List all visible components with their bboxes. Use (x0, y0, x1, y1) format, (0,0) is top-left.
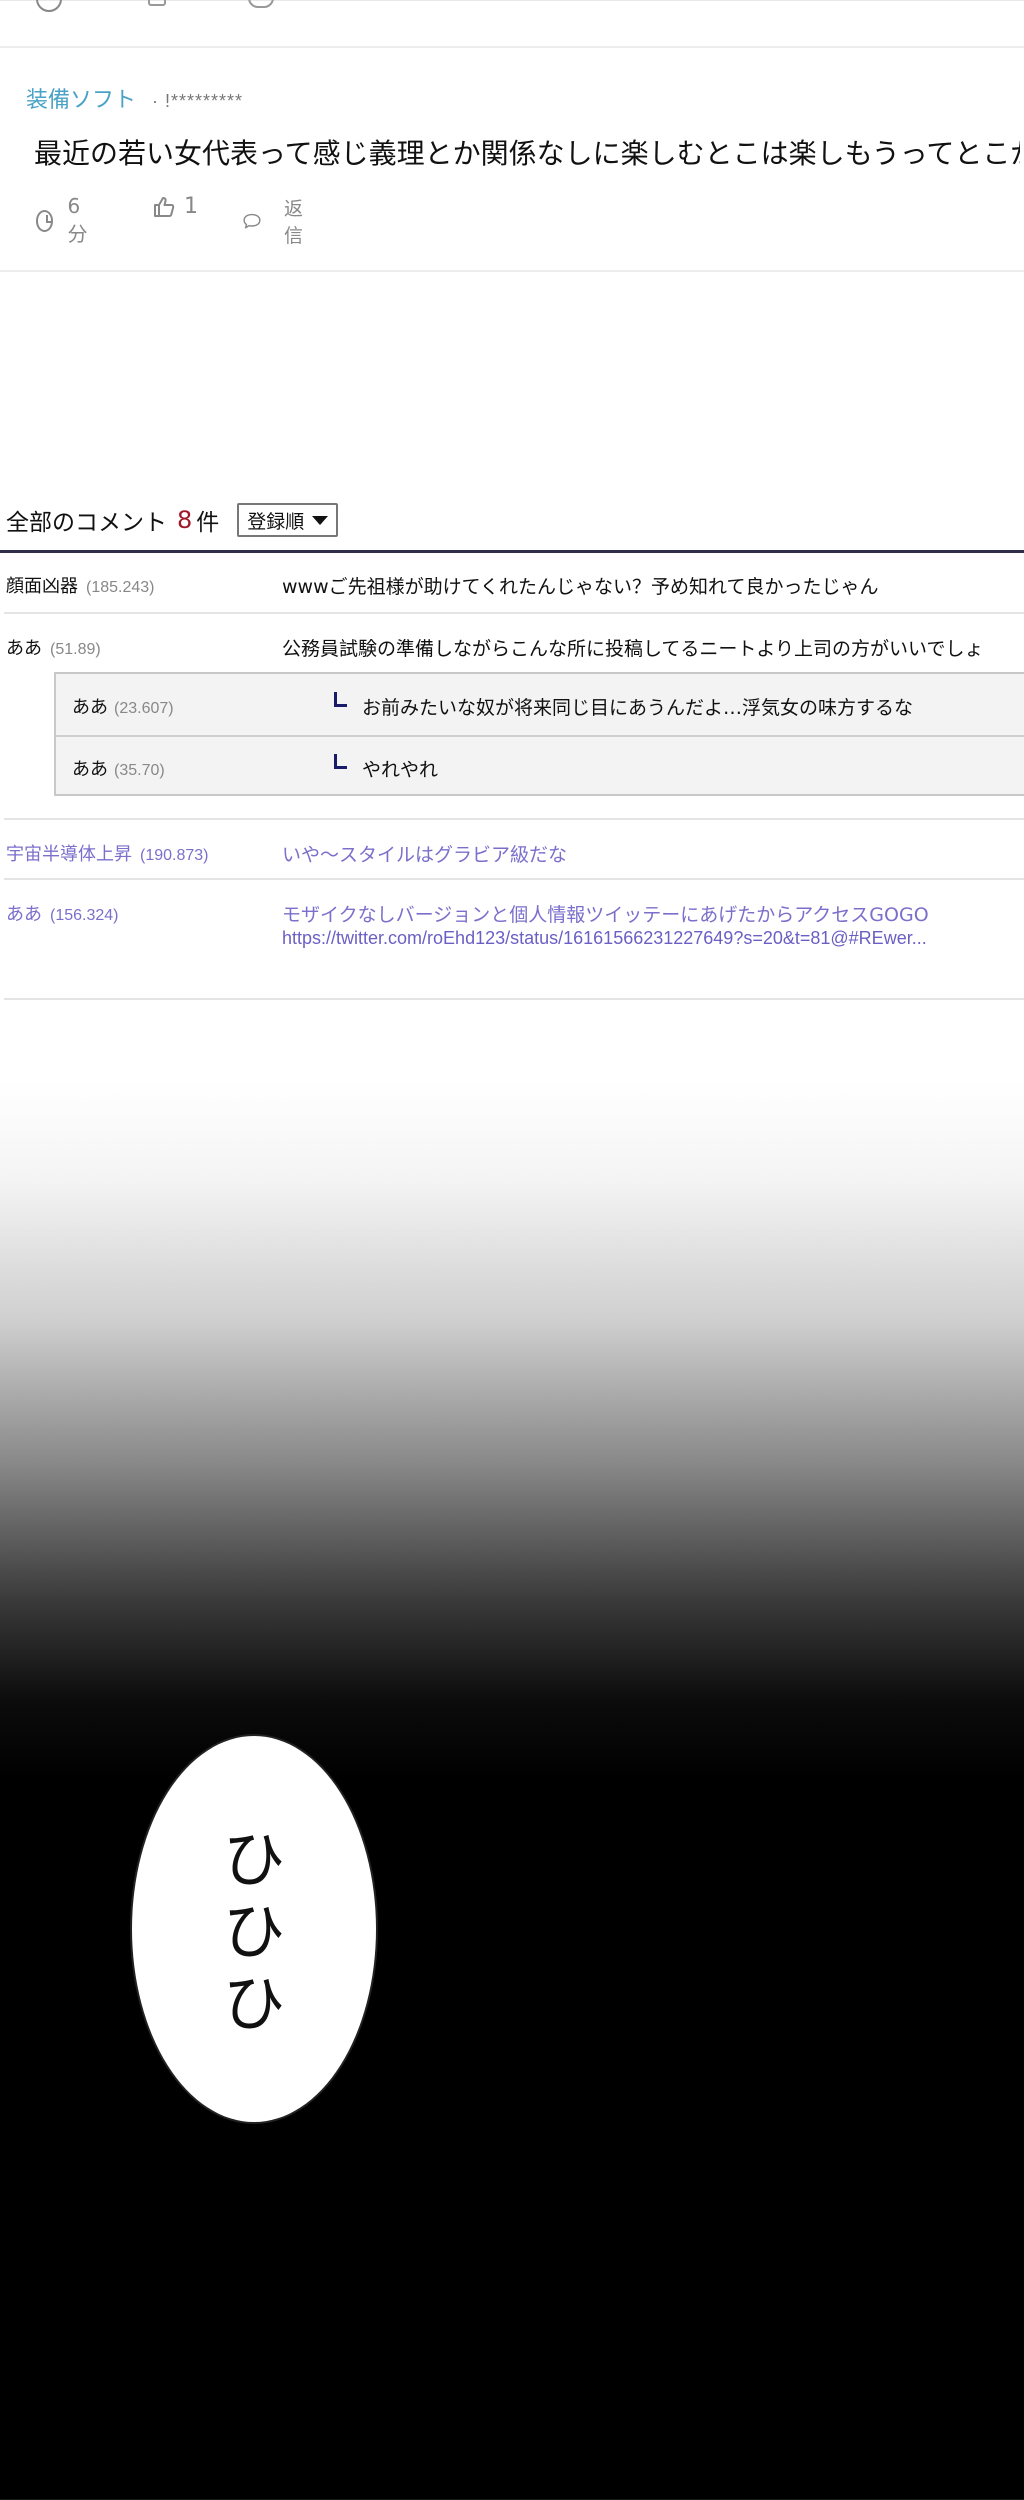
comment-row-text[interactable]: wwwご先祖様が助けてくれたんじゃない？予め知れて良かったじゃん (282, 572, 878, 599)
comment-meta: 装備ソフト · !********* (26, 82, 243, 114)
reply-row[interactable]: ああ (35.70) やれやれ (56, 736, 1024, 796)
list-bottom-divider (4, 998, 1024, 1000)
comment-list-title: 全部のコメント (6, 510, 167, 536)
comment-time-label: 6分 (67, 194, 88, 246)
bubble-char: ひ (222, 1823, 285, 1896)
previous-comment-card (0, 0, 1024, 48)
comment-text: 最近の若い女代表って感じ義理とか関係なしに楽しむとこは楽しもうってとこが (34, 137, 1020, 170)
comment-row-author[interactable]: 宇宙半導体上昇 (190.873) (6, 840, 209, 866)
row-divider (4, 818, 1024, 820)
list-top-rule (0, 550, 1024, 553)
featured-comment-card: 装備ソフト · !********* 最近の若い女代表って感じ義理とか関係なしに楽… (0, 48, 1024, 272)
row-divider (4, 878, 1024, 880)
author-score: (23.607) (114, 700, 174, 717)
reply-icon (248, 0, 274, 8)
sort-order-select[interactable]: 登録順 (237, 503, 339, 537)
reply-text[interactable]: やれやれ (362, 755, 438, 782)
tweet-link[interactable]: https://twitter.com/roEhd123/status/1616… (282, 928, 1024, 949)
comment-row-author[interactable]: ああ (156.324) (6, 900, 119, 926)
author-score: (190.873) (140, 847, 209, 864)
reply-thread: ああ (23.607) お前みたいな奴が将来同じ目にあうんだよ…浮気女の味方するな… (54, 672, 1024, 796)
like-button[interactable]: 1 (152, 194, 198, 219)
masked-user-id: · !********* (152, 91, 244, 111)
comment-count-unit: 件 (196, 510, 220, 536)
comment-row-text[interactable]: いや〜スタイルはグラビア級だな (282, 840, 567, 867)
author-score: (51.89) (50, 641, 101, 658)
sort-order-value: 登録順 (247, 510, 305, 533)
author-score: (156.324) (50, 907, 119, 924)
bubble-char: ひ (222, 1967, 285, 2040)
reply-author[interactable]: ああ (23.607) (72, 693, 174, 719)
reply-arrow-icon (334, 754, 347, 769)
author-score: (185.243) (86, 579, 155, 596)
dropdown-arrow-icon (312, 515, 329, 525)
comment-row-text[interactable]: モザイクなしバージョンと個人情報ツイッテーにあげたからアクセスGOGO (282, 900, 929, 927)
author-score: (35.70) (114, 762, 165, 779)
reply-button[interactable]: 返信 (242, 194, 311, 248)
clock-icon (36, 209, 54, 232)
comment-row-author[interactable]: 顔面凶器 (185.243) (6, 572, 155, 598)
reply-row[interactable]: ああ (23.607) お前みたいな奴が将来同じ目にあうんだよ…浮気女の味方するな (56, 674, 1024, 734)
thumbs-up-icon (154, 196, 175, 217)
comment-row-text[interactable]: 公務員試験の準備しながらこんな所に投稿してるニートより上司の方がいいでしょ (282, 634, 983, 661)
comment-author[interactable]: 装備ソフト (26, 87, 136, 112)
reply-arrow-icon (334, 692, 347, 707)
reply-author[interactable]: ああ (35.70) (72, 755, 165, 781)
row-divider (4, 612, 1024, 614)
clock-icon (36, 0, 62, 12)
comment-list-header: 全部のコメント 8 件 登録順 (6, 500, 339, 540)
reply-text[interactable]: お前みたいな奴が将来同じ目にあうんだよ…浮気女の味方するな (362, 693, 913, 720)
speech-bubble-text: ひ ひ ひ (132, 1824, 376, 2040)
comment-time: 6分 (36, 194, 92, 247)
like-count: 1 (184, 194, 198, 219)
thumbs-up-icon (148, 0, 166, 6)
bubble-char: ひ (222, 1895, 285, 1968)
comment-count: 8 (177, 506, 193, 534)
reply-label: 返信 (283, 198, 303, 247)
comment-row-author[interactable]: ああ (51.89) (6, 634, 101, 660)
reply-bubble-icon (243, 213, 261, 229)
speech-bubble: ひ ひ ひ (130, 1734, 378, 2124)
